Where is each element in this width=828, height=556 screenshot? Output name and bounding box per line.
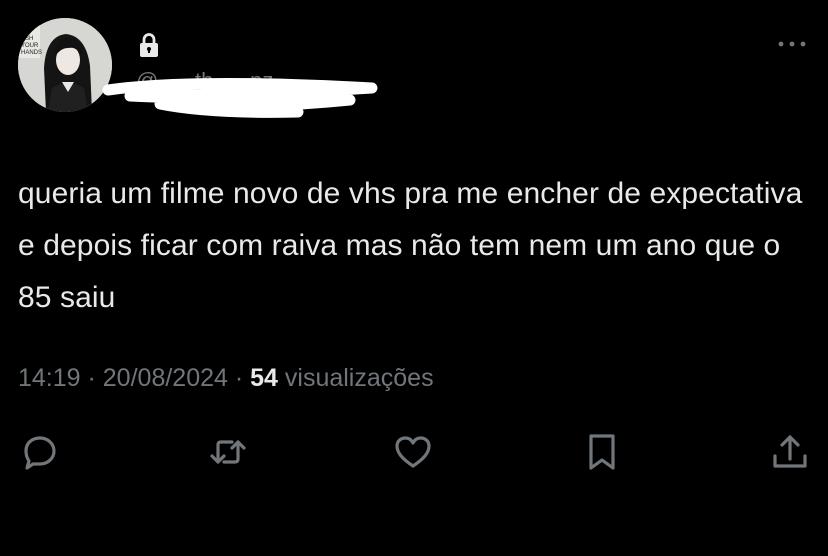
like-icon	[395, 436, 431, 468]
bookmark-icon	[589, 434, 615, 470]
meta-separator: ·	[80, 364, 103, 392]
avatar-image: ASH YOUR HANDS	[18, 18, 112, 112]
retweet-button[interactable]	[208, 432, 248, 472]
views-label: visualizações	[277, 364, 434, 392]
share-icon	[773, 435, 807, 468]
handle-redaction-scribble	[102, 77, 378, 118]
meta-separator-2: ·	[227, 364, 251, 392]
tweet-meta: 14:19 · 20/08/2024 · 54 visualizações	[18, 364, 434, 393]
avatar[interactable]: ASH YOUR HANDS	[18, 18, 112, 112]
reply-icon	[24, 436, 56, 470]
views-count: 54	[250, 364, 278, 392]
avatar-sign-line-1: ASH	[21, 36, 33, 42]
reply-button[interactable]	[20, 432, 60, 472]
tweet-date[interactable]: 20/08/2024	[103, 364, 228, 392]
lock-icon	[140, 33, 158, 57]
tweet-time[interactable]: 14:19	[18, 364, 81, 392]
bookmark-button[interactable]	[582, 432, 622, 472]
more-icon[interactable]	[776, 36, 808, 52]
tweet-text: queria um filme novo de vhs pra me enche…	[18, 177, 803, 314]
avatar-sign-line-2: YOUR	[21, 43, 39, 49]
like-button[interactable]	[393, 432, 433, 472]
share-button[interactable]	[770, 432, 810, 472]
retweet-icon	[210, 440, 246, 464]
avatar-sign-line-3: HANDS	[21, 50, 42, 56]
